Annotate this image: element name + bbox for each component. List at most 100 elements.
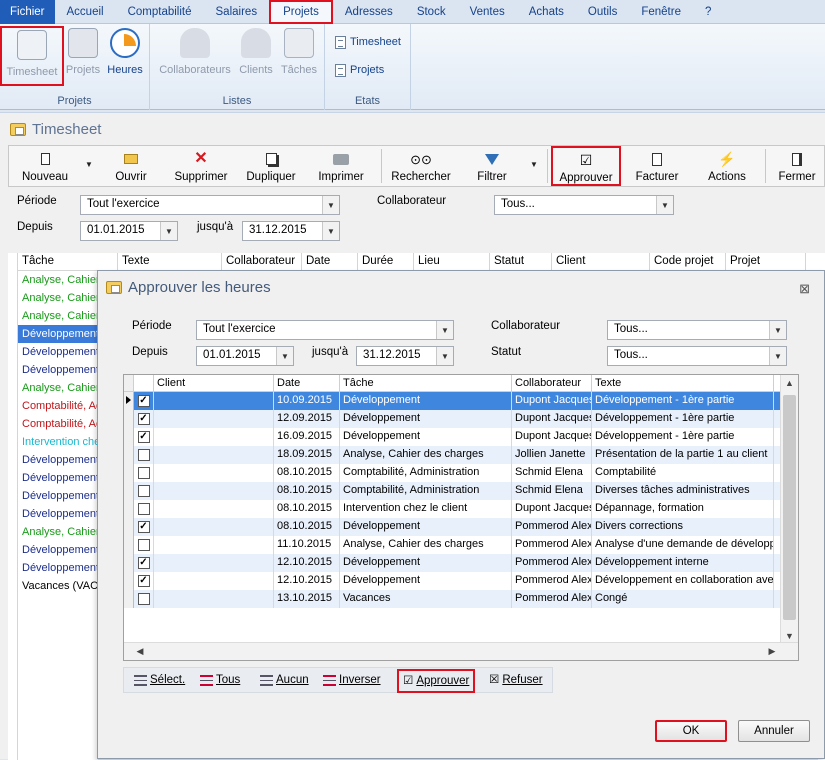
ribbon-etat-projets[interactable]: Projets: [335, 61, 384, 79]
menu-outils[interactable]: Outils: [576, 0, 629, 24]
row-checkbox[interactable]: [137, 503, 150, 515]
row-indicator[interactable]: [124, 446, 134, 464]
row-indicator[interactable]: [124, 536, 134, 554]
table-row[interactable]: ✓ 16.09.2015 Développement Dupont Jacques Dé…: [124, 428, 781, 446]
dlg-collab-select[interactable]: Tous... ▼: [607, 320, 787, 340]
filtrer-button[interactable]: Filtrer: [469, 148, 515, 183]
ts-table-row[interactable]: Analyse, Cahier: [18, 271, 98, 289]
table-row[interactable]: 18.09.2015 Analyse, Cahier des charges Jol…: [124, 446, 781, 464]
row-indicator[interactable]: [124, 500, 134, 518]
menu-help[interactable]: ?: [693, 0, 723, 24]
table-row[interactable]: ✓ 12.10.2015 Développement Pommerod Alexa Dé…: [124, 572, 781, 590]
dialog-col-tache[interactable]: Tâche: [340, 375, 512, 391]
fermer-button[interactable]: Fermer: [771, 148, 823, 183]
imprimer-button[interactable]: Imprimer: [311, 148, 371, 183]
scroll-up-icon[interactable]: ▲: [781, 375, 798, 391]
ts-table-row[interactable]: Développement: [18, 325, 98, 343]
ts-table-row[interactable]: Développement: [18, 451, 98, 469]
ts-table-row[interactable]: Comptabilité, Ac: [18, 415, 98, 433]
dialog-col-check[interactable]: [134, 375, 154, 391]
ts-table-row[interactable]: Analyse, Cahier: [18, 379, 98, 397]
ts-table-row[interactable]: Développement: [18, 469, 98, 487]
nouveau-button[interactable]: Nouveau: [15, 148, 75, 183]
menu-salaires[interactable]: Salaires: [204, 0, 270, 24]
table-row[interactable]: ✓ 10.09.2015 Développement Dupont Jacques Dé…: [124, 392, 781, 410]
ribbon-projets-button[interactable]: Projets: [64, 26, 102, 76]
ts-col-date[interactable]: Date: [302, 253, 358, 270]
ts-col-texte[interactable]: Texte: [118, 253, 222, 270]
dlg-periode-select[interactable]: Tout l'exercice ▼: [196, 320, 454, 340]
table-row[interactable]: ✓ 12.10.2015 Développement Pommerod Alexa Dé…: [124, 554, 781, 572]
menu-adresses[interactable]: Adresses: [333, 0, 405, 24]
supprimer-button[interactable]: ✕ Supprimer: [169, 148, 233, 184]
row-checkbox[interactable]: ✓: [137, 413, 150, 425]
ts-col-statut[interactable]: Statut: [490, 253, 552, 270]
row-checkbox[interactable]: ✓: [137, 431, 150, 443]
dialog-col-client[interactable]: Client: [154, 375, 274, 391]
dupliquer-button[interactable]: Dupliquer: [241, 148, 301, 183]
dlg-statut-select[interactable]: Tous... ▼: [607, 346, 787, 366]
menu-fenetre[interactable]: Fenêtre: [629, 0, 693, 24]
ts-table-row[interactable]: Développement: [18, 361, 98, 379]
rechercher-button[interactable]: ⊙⊙ Rechercher: [389, 148, 453, 184]
menu-ventes[interactable]: Ventes: [458, 0, 517, 24]
table-row[interactable]: ✓ 12.09.2015 Développement Dupont Jacques Dé…: [124, 410, 781, 428]
row-indicator[interactable]: [124, 518, 134, 536]
row-indicator[interactable]: [124, 482, 134, 500]
ts-col-code-projet[interactable]: Code projet: [650, 253, 726, 270]
menu-accueil[interactable]: Accueil: [55, 0, 116, 24]
dialog-grid-vscrollbar[interactable]: ▲ ▼: [780, 375, 798, 644]
ribbon-collaborateurs-button[interactable]: Collaborateurs: [156, 26, 234, 76]
scroll-left-icon[interactable]: ◀: [132, 643, 148, 660]
ts-depuis-date[interactable]: 01.01.2015 ▼: [80, 221, 178, 241]
dialog-col-collaborateur[interactable]: Collaborateur: [512, 375, 592, 391]
ts-col-collaborateur[interactable]: Collaborateur: [222, 253, 302, 270]
ts-table-row[interactable]: Développement: [18, 343, 98, 361]
approuver-toolbar-button[interactable]: ☑ Approuver: [551, 146, 621, 186]
actions-button[interactable]: ⚡ Actions: [701, 148, 753, 183]
annuler-button[interactable]: Annuler: [738, 720, 810, 742]
ts-col-client[interactable]: Client: [552, 253, 650, 270]
dlg-jusqua-date[interactable]: 31.12.2015 ▼: [356, 346, 454, 366]
scroll-thumb[interactable]: [783, 395, 796, 620]
dlg-depuis-date[interactable]: 01.01.2015 ▼: [196, 346, 294, 366]
ts-jusqua-date[interactable]: 31.12.2015 ▼: [242, 221, 340, 241]
dialog-col-texte[interactable]: Texte: [592, 375, 774, 391]
ts-table-row[interactable]: Analyse, Cahier: [18, 289, 98, 307]
dialog-close-icon[interactable]: ⊠: [799, 281, 810, 297]
row-indicator[interactable]: [124, 464, 134, 482]
row-checkbox[interactable]: ✓: [137, 521, 150, 533]
row-indicator[interactable]: [124, 554, 134, 572]
row-checkbox[interactable]: [137, 593, 150, 605]
menu-projets[interactable]: Projets: [269, 0, 333, 24]
ts-collab-select[interactable]: Tous... ▼: [494, 195, 674, 215]
ribbon-heures-button[interactable]: Heures: [104, 26, 146, 76]
menu-achats[interactable]: Achats: [517, 0, 576, 24]
row-indicator[interactable]: [124, 428, 134, 446]
row-checkbox[interactable]: [137, 539, 150, 551]
ts-table-row[interactable]: Développement: [18, 541, 98, 559]
table-row[interactable]: ✓ 08.10.2015 Développement Pommerod Alexa Di…: [124, 518, 781, 536]
row-checkbox[interactable]: [137, 449, 150, 461]
row-checkbox[interactable]: [137, 467, 150, 479]
ts-table-row[interactable]: Analyse, Cahier: [18, 307, 98, 325]
filtrer-dropdown-icon[interactable]: ▼: [530, 160, 538, 169]
ribbon-etat-timesheet[interactable]: Timesheet: [335, 33, 401, 51]
row-indicator[interactable]: [124, 392, 134, 410]
ribbon-timesheet-button[interactable]: Timesheet: [0, 26, 64, 86]
nouveau-dropdown-icon[interactable]: ▼: [85, 160, 93, 169]
refuser-button[interactable]: ☒ Refuser: [489, 671, 543, 689]
aucun-button[interactable]: Aucun: [260, 671, 309, 689]
dialog-col-date[interactable]: Date: [274, 375, 340, 391]
ts-table-row[interactable]: Comptabilité, Ac: [18, 397, 98, 415]
row-checkbox[interactable]: [137, 485, 150, 497]
ts-periode-select[interactable]: Tout l'exercice ▼: [80, 195, 340, 215]
ts-table-row[interactable]: Intervention che: [18, 433, 98, 451]
row-indicator[interactable]: [124, 590, 134, 608]
row-checkbox[interactable]: ✓: [137, 557, 150, 569]
ts-table-row[interactable]: Analyse, Cahier: [18, 523, 98, 541]
menu-comptabilite[interactable]: Comptabilité: [116, 0, 204, 24]
ts-table-row[interactable]: Développement: [18, 487, 98, 505]
row-checkbox[interactable]: ✓: [137, 575, 150, 587]
ts-table-row[interactable]: Développement: [18, 505, 98, 523]
